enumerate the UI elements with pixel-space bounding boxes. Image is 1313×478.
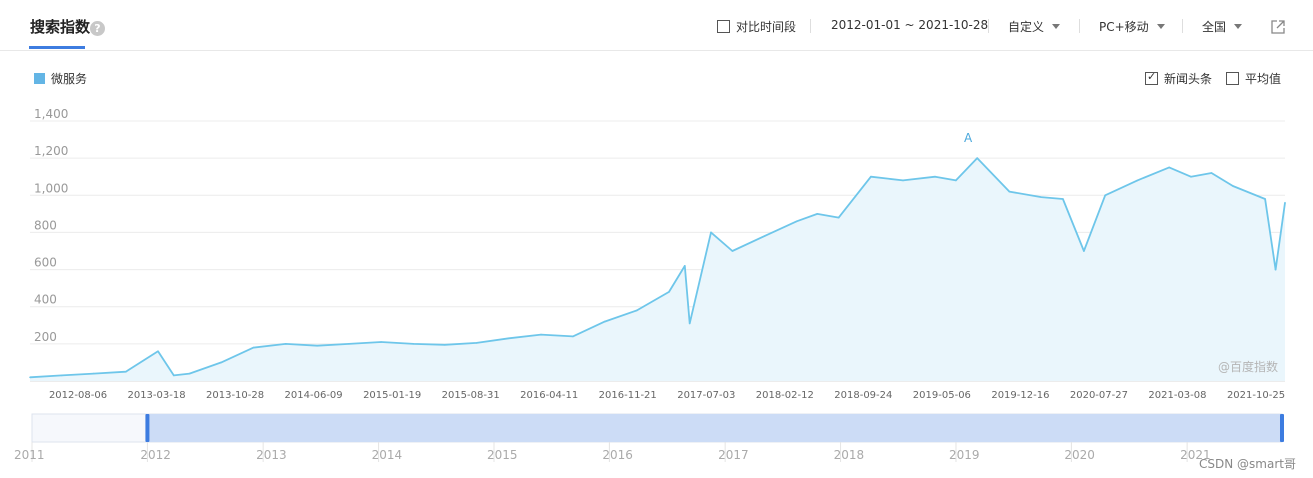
navigator-year-label: 2016	[602, 448, 633, 462]
data-point	[172, 374, 175, 377]
data-point	[1040, 196, 1043, 198]
data-point	[668, 291, 670, 293]
data-point	[1284, 201, 1286, 204]
data-point	[683, 265, 686, 267]
y-tick-label: 200	[34, 330, 57, 344]
data-point	[603, 320, 606, 323]
data-point	[412, 343, 415, 345]
data-point	[125, 370, 127, 373]
watermark: @百度指数	[1218, 360, 1279, 374]
data-point	[870, 175, 872, 178]
data-point	[816, 213, 819, 215]
x-tick-label: 2016-04-11	[520, 390, 578, 401]
data-point	[1083, 250, 1085, 252]
data-point	[1104, 194, 1107, 197]
data-point	[1190, 175, 1192, 178]
data-point	[1210, 172, 1213, 174]
data-point	[731, 250, 734, 252]
data-point	[29, 376, 31, 379]
data-point	[157, 350, 159, 353]
x-tick-label: 2015-01-19	[363, 390, 421, 401]
navigator-year-label: 2014	[372, 448, 403, 462]
data-point	[1136, 179, 1139, 182]
data-point	[934, 175, 937, 178]
data-point	[1274, 268, 1277, 271]
navigator-selection[interactable]	[147, 414, 1282, 442]
x-tick-label: 2019-12-16	[991, 390, 1049, 401]
navigator-year-label: 2011	[14, 448, 45, 462]
x-tick-label: 2013-10-28	[206, 390, 264, 401]
data-point	[220, 361, 223, 364]
data-point	[1168, 166, 1171, 169]
data-point	[348, 343, 350, 345]
data-point	[316, 344, 318, 347]
footer-credit: CSDN @smart哥	[1199, 457, 1296, 471]
data-point	[284, 343, 287, 345]
data-point	[188, 372, 191, 375]
data-point	[61, 374, 63, 377]
x-tick-label: 2021-10-25	[1227, 390, 1285, 401]
data-point	[795, 220, 798, 223]
data-point	[976, 157, 978, 159]
data-point	[837, 216, 840, 219]
navigator-year-label: 2012	[140, 448, 171, 462]
x-tick-label: 2016-11-21	[599, 390, 657, 401]
data-point	[1008, 190, 1011, 193]
x-tick-label: 2020-07-27	[1070, 390, 1128, 401]
data-point	[902, 179, 904, 182]
y-tick-label: 1,200	[34, 144, 68, 158]
navigator-year-label: 2013	[256, 448, 287, 462]
x-tick-label: 2013-03-18	[127, 390, 185, 401]
x-tick-label: 2015-08-31	[442, 390, 500, 401]
navigator-year-label: 2019	[949, 448, 980, 462]
data-point	[508, 337, 510, 340]
data-point	[636, 309, 638, 312]
data-point	[475, 342, 478, 344]
x-tick-label: 2021-03-08	[1148, 390, 1206, 401]
data-point	[688, 322, 691, 325]
data-point	[540, 333, 542, 336]
data-point	[92, 372, 95, 375]
navigator-year-label: 2015	[487, 448, 518, 462]
navigator-year-label: 2018	[834, 448, 865, 462]
data-point	[380, 341, 382, 343]
navigator-right-handle[interactable]	[1280, 414, 1284, 442]
news-annotation-marker[interactable]: A	[964, 131, 973, 145]
y-tick-label: 800	[34, 218, 57, 232]
x-tick-label: 2012-08-06	[49, 390, 107, 401]
x-tick-label: 2017-07-03	[677, 390, 735, 401]
x-tick-label: 2014-06-09	[285, 390, 343, 401]
navigator-year-label: 2020	[1064, 448, 1095, 462]
navigator-year-label: 2017	[718, 448, 749, 462]
data-point	[252, 346, 255, 349]
x-tick-label: 2019-05-06	[913, 390, 971, 401]
y-tick-label: 400	[34, 293, 57, 307]
y-tick-label: 1,400	[34, 107, 68, 121]
x-tick-label: 2018-02-12	[756, 390, 814, 401]
data-point	[1232, 185, 1234, 187]
data-point	[444, 343, 446, 346]
navigator-left-handle[interactable]	[145, 414, 150, 442]
data-point	[955, 179, 957, 182]
data-point	[763, 235, 766, 237]
x-tick-label: 2018-09-24	[834, 390, 892, 401]
y-tick-label: 1,000	[34, 181, 68, 195]
data-point	[1264, 198, 1266, 200]
trend-chart: 1,400 1,200 1,000 800 600 400 200 2012-08-06 201…	[14, 107, 1286, 462]
data-point	[1062, 198, 1064, 200]
y-tick-label: 600	[34, 256, 57, 270]
data-point	[572, 335, 574, 338]
data-point	[710, 231, 712, 234]
